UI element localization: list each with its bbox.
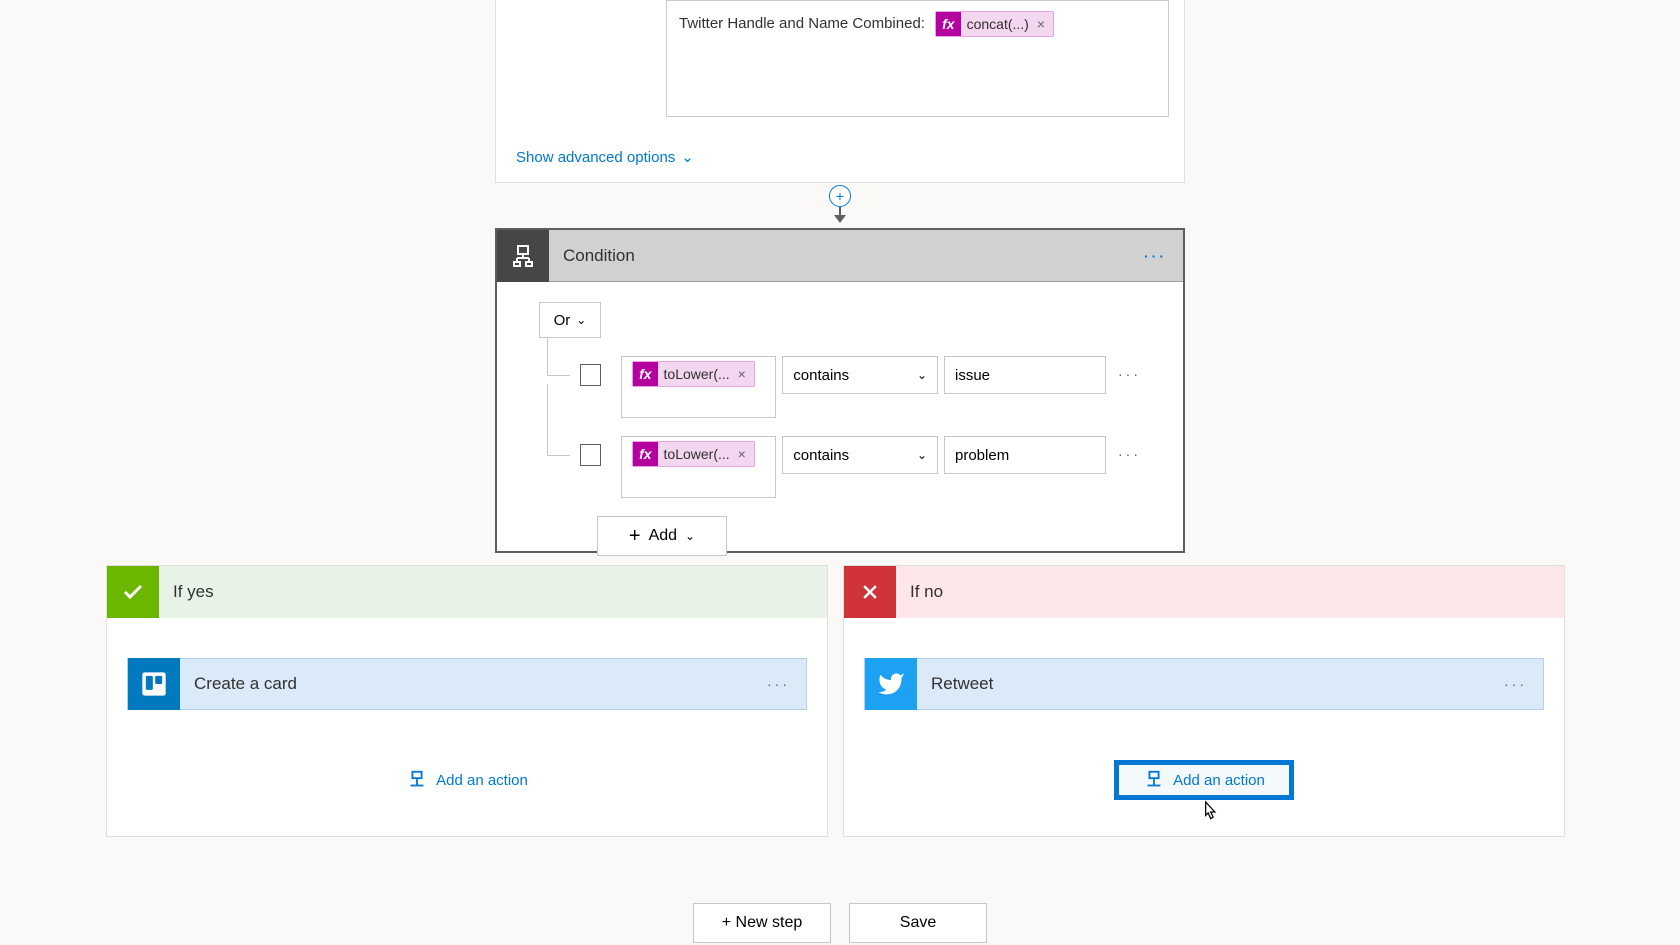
condition-operator-select[interactable]: contains ⌄: [782, 436, 938, 474]
add-label: Add: [649, 527, 677, 545]
if-no-branch: If no Retweet ··· Add an action: [843, 565, 1565, 837]
chevron-down-icon: ⌄: [917, 448, 927, 462]
chevron-down-icon: ⌄: [576, 313, 586, 327]
new-step-text: + New step: [722, 914, 802, 932]
tree-line: [547, 384, 570, 456]
condition-value-left[interactable]: fx toLower(... ×: [621, 356, 776, 418]
condition-row: fx toLower(... × contains ⌄ ···: [547, 436, 1141, 498]
add-action-button-yes[interactable]: Add an action: [377, 760, 557, 800]
save-text: Save: [900, 914, 936, 932]
arrow-head-icon: [834, 215, 846, 223]
operator-text: contains: [793, 367, 849, 384]
save-button[interactable]: Save: [849, 903, 987, 943]
token-remove-icon[interactable]: ×: [736, 364, 754, 384]
new-step-button[interactable]: + New step: [693, 903, 831, 943]
condition-row-checkbox[interactable]: [580, 444, 601, 466]
logic-operator-select[interactable]: Or ⌄: [539, 302, 601, 338]
if-no-header: If no: [844, 566, 1564, 618]
action-title: Retweet: [931, 674, 1504, 694]
action-menu-button[interactable]: ···: [1504, 676, 1527, 692]
trello-icon: [140, 670, 168, 698]
add-action-button-no[interactable]: Add an action: [1114, 760, 1294, 800]
condition-row-menu[interactable]: ···: [1118, 446, 1141, 462]
condition-title: Condition: [563, 246, 1144, 266]
action-title: Create a card: [194, 674, 767, 694]
condition-row: fx toLower(... × contains ⌄ ···: [547, 356, 1141, 418]
token-remove-icon[interactable]: ×: [736, 444, 754, 464]
twitter-icon-box: [865, 658, 917, 710]
operator-text: contains: [793, 447, 849, 464]
fx-icon: fx: [633, 442, 657, 466]
x-icon: [860, 582, 880, 602]
no-icon-box: [844, 566, 896, 618]
condition-icon: [511, 244, 535, 268]
adv-link-text: Show advanced options: [516, 149, 675, 166]
if-yes-title: If yes: [173, 582, 214, 602]
tree-line: [547, 338, 570, 376]
condition-row-checkbox[interactable]: [580, 364, 601, 386]
condition-card: Condition ··· Or ⌄ fx toLower(... × cont…: [495, 228, 1185, 553]
tolower-expression-token[interactable]: fx toLower(... ×: [632, 361, 755, 387]
twitter-icon: [877, 670, 905, 698]
fx-icon: fx: [936, 12, 960, 36]
add-action-text: Add an action: [1173, 772, 1265, 789]
if-yes-branch: If yes Create a card ··· Add an action: [106, 565, 828, 837]
action-menu-button[interactable]: ···: [767, 676, 790, 692]
show-advanced-options-link[interactable]: Show advanced options ⌄: [516, 148, 694, 166]
chevron-down-icon: ⌄: [681, 148, 694, 166]
retweet-action[interactable]: Retweet ···: [864, 658, 1544, 710]
condition-header[interactable]: Condition ···: [497, 230, 1183, 282]
compose-action-card: Twitter Handle and Name Combined: fx con…: [495, 0, 1185, 183]
plus-icon: +: [629, 525, 641, 548]
condition-value-right[interactable]: [944, 356, 1106, 394]
chevron-down-icon: ⌄: [917, 368, 927, 382]
bottom-buttons: + New step Save: [0, 903, 1680, 943]
add-action-icon: [1143, 769, 1165, 791]
tolower-expression-token[interactable]: fx toLower(... ×: [632, 441, 755, 467]
condition-value-left[interactable]: fx toLower(... ×: [621, 436, 776, 498]
condition-operator-select[interactable]: contains ⌄: [782, 356, 938, 394]
yes-icon-box: [107, 566, 159, 618]
if-yes-header: If yes: [107, 566, 827, 618]
condition-row-menu[interactable]: ···: [1118, 366, 1141, 382]
field-label: Twitter Handle and Name Combined:: [679, 15, 925, 32]
add-action-text: Add an action: [436, 772, 528, 789]
add-condition-button[interactable]: + Add ⌄: [597, 516, 727, 556]
field-textarea[interactable]: Twitter Handle and Name Combined: fx con…: [666, 0, 1169, 117]
condition-menu-button[interactable]: ···: [1144, 248, 1167, 264]
condition-body: Or ⌄ fx toLower(... × contains ⌄ ···: [497, 282, 1183, 576]
flow-connector: +: [830, 185, 850, 227]
create-card-action[interactable]: Create a card ···: [127, 658, 807, 710]
token-text: concat(...): [961, 14, 1035, 34]
if-no-title: If no: [910, 582, 943, 602]
concat-expression-token[interactable]: fx concat(...) ×: [935, 11, 1054, 37]
token-remove-icon[interactable]: ×: [1035, 14, 1053, 34]
fx-icon: fx: [633, 362, 657, 386]
arrow-stem: [839, 207, 841, 215]
condition-value-right[interactable]: [944, 436, 1106, 474]
condition-icon-box: [497, 230, 549, 282]
add-action-icon: [406, 769, 428, 791]
logic-operator-text: Or: [554, 312, 571, 329]
cursor-pointer-icon: [1199, 800, 1219, 824]
check-icon: [121, 580, 145, 604]
token-text: toLower(...: [658, 364, 736, 384]
token-text: toLower(...: [658, 444, 736, 464]
trello-icon-box: [128, 658, 180, 710]
chevron-down-icon: ⌄: [685, 529, 695, 543]
insert-step-button[interactable]: +: [829, 185, 851, 207]
